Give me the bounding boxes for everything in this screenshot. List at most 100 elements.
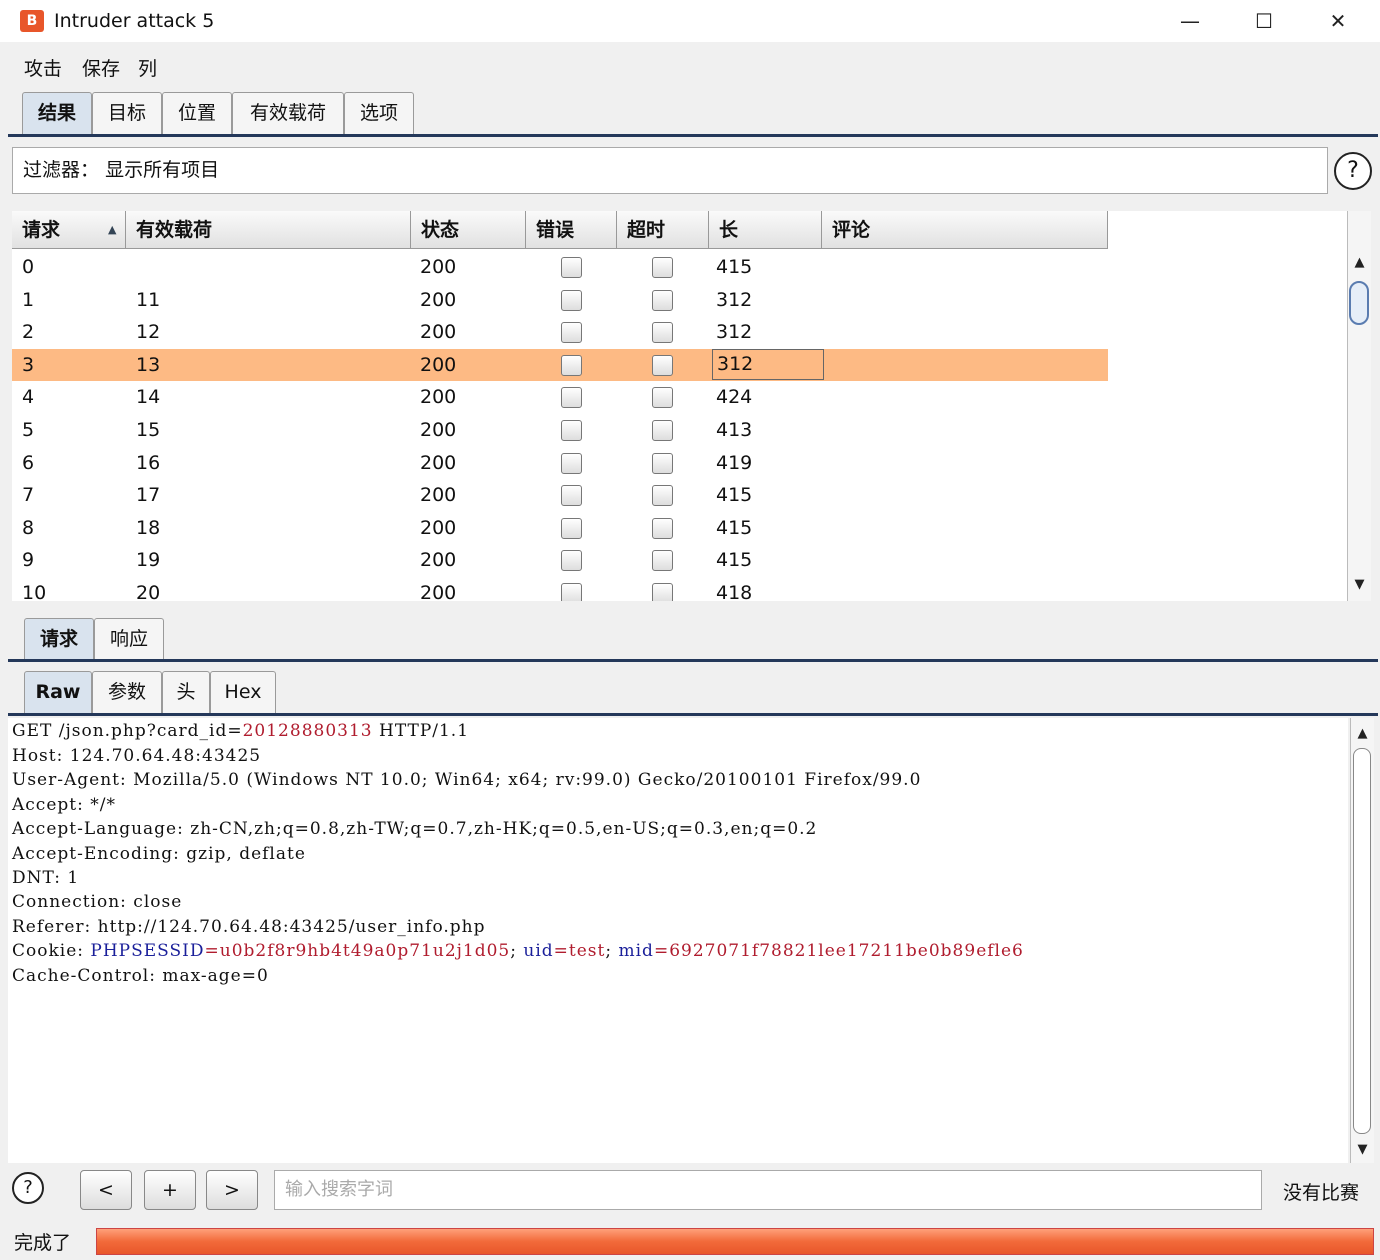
column-header-request[interactable]: 请求 ▲ [12, 211, 126, 249]
header-line: Connection: close [12, 892, 183, 913]
error-checkbox[interactable] [561, 550, 582, 572]
table-row[interactable]: 4 14 200 424 [12, 381, 1108, 413]
tab-positions[interactable]: 位置 [162, 92, 232, 134]
help-icon[interactable]: ? [1334, 152, 1372, 190]
table-row[interactable]: 6 16 200 419 [12, 447, 1108, 479]
payload-cell: 11 [136, 288, 161, 311]
scroll-down-icon[interactable]: ▼ [1348, 577, 1371, 592]
table-row[interactable]: 5 15 200 413 [12, 414, 1108, 446]
raw-request-editor[interactable]: GET /json.php?card_id=20128880313 HTTP/1… [8, 718, 1348, 1163]
error-checkbox[interactable] [561, 322, 582, 344]
timeout-checkbox[interactable] [652, 257, 673, 278]
request-number: 9 [22, 549, 35, 572]
tab-raw[interactable]: Raw [24, 671, 92, 713]
status-cell: 200 [420, 484, 457, 507]
column-header-error[interactable]: 错误 [526, 211, 617, 249]
length-cell: 424 [716, 386, 753, 409]
table-row[interactable]: 0 200 415 [12, 251, 1108, 283]
menu-save[interactable]: 保存 [82, 54, 120, 81]
menu-columns[interactable]: 列 [138, 54, 157, 81]
length-cell: 418 [716, 582, 753, 601]
request-number: 5 [22, 419, 35, 441]
status-cell: 200 [420, 321, 457, 344]
tab-headers[interactable]: 头 [162, 671, 210, 713]
maximize-button[interactable]: ☐ [1244, 6, 1284, 36]
tab-payloads[interactable]: 有效载荷 [232, 92, 344, 134]
length-cell: 312 [712, 348, 824, 380]
status-cell: 200 [420, 386, 457, 409]
match-count: 没有比赛 [1283, 1182, 1360, 1204]
tab-options[interactable]: 选项 [344, 92, 414, 134]
previous-match-button[interactable]: < [80, 1170, 132, 1210]
tab-params[interactable]: 参数 [92, 671, 162, 713]
table-row[interactable]: 1 11 200 312 [12, 284, 1108, 316]
error-checkbox[interactable] [561, 289, 582, 311]
length-cell: 312 [716, 321, 753, 344]
column-header-timeout[interactable]: 超时 [617, 211, 709, 249]
payload-cell: 19 [136, 549, 161, 572]
error-checkbox[interactable] [561, 354, 582, 376]
table-row[interactable]: 2 12 200 312 [12, 316, 1108, 348]
menu-attack[interactable]: 攻击 [24, 54, 62, 81]
timeout-checkbox[interactable] [652, 289, 673, 311]
timeout-checkbox[interactable] [652, 517, 673, 539]
timeout-checkbox[interactable] [652, 354, 673, 376]
timeout-checkbox[interactable] [652, 322, 673, 344]
error-checkbox[interactable] [561, 257, 582, 278]
tab-hex[interactable]: Hex [210, 671, 276, 713]
timeout-checkbox[interactable] [652, 583, 673, 601]
scroll-up-icon[interactable]: ▲ [1348, 255, 1371, 270]
table-row[interactable]: 9 19 200 415 [12, 544, 1108, 576]
tab-target[interactable]: 目标 [92, 92, 162, 134]
payload-cell: 17 [136, 484, 161, 507]
error-checkbox[interactable] [561, 452, 582, 474]
error-checkbox[interactable] [561, 387, 582, 409]
next-match-button[interactable]: > [206, 1170, 258, 1210]
search-input[interactable]: 输入搜索字词 [274, 1170, 1262, 1210]
error-checkbox[interactable] [561, 420, 582, 441]
status-cell: 200 [420, 516, 457, 539]
column-header-payload[interactable]: 有效载荷 [126, 211, 411, 249]
timeout-checkbox[interactable] [652, 387, 673, 409]
length-cell: 415 [716, 484, 753, 507]
tab-request[interactable]: 请求 [24, 618, 94, 660]
column-header-length[interactable]: 长 [709, 211, 822, 249]
timeout-checkbox[interactable] [652, 452, 673, 474]
filter-label: 过滤器： [23, 159, 100, 181]
table-row[interactable]: 3 13 200 312 [12, 348, 1108, 381]
scroll-thumb[interactable] [1349, 281, 1369, 325]
minimize-button[interactable]: — [1170, 6, 1210, 36]
timeout-checkbox[interactable] [652, 550, 673, 572]
close-button[interactable]: ✕ [1318, 6, 1358, 36]
timeout-checkbox[interactable] [652, 485, 673, 507]
detail-tab-divider [8, 659, 1378, 662]
header-line: User-Agent: Mozilla/5.0 (Windows NT 10.0… [12, 770, 922, 791]
error-checkbox[interactable] [561, 485, 582, 507]
length-cell: 419 [716, 451, 753, 474]
request-number: 2 [22, 321, 35, 344]
help-icon[interactable]: ? [12, 1172, 44, 1204]
table-scrollbar[interactable]: ▲ ▼ [1347, 211, 1371, 601]
status-cell: 200 [420, 549, 457, 572]
scroll-up-icon[interactable]: ▲ [1351, 726, 1374, 741]
window-title: Intruder attack 5 [54, 10, 215, 32]
error-checkbox[interactable] [561, 517, 582, 539]
table-row[interactable]: 8 18 200 415 [12, 512, 1108, 544]
filter-bar[interactable]: 过滤器： 显示所有项目 [12, 147, 1328, 194]
request-number: 8 [22, 516, 35, 539]
payload-cell: 16 [136, 451, 161, 474]
table-row[interactable]: 10 20 200 418 [12, 577, 1108, 601]
scroll-down-icon[interactable]: ▼ [1351, 1142, 1374, 1157]
timeout-checkbox[interactable] [652, 420, 673, 441]
error-checkbox[interactable] [561, 583, 582, 601]
editor-scrollbar[interactable]: ▲ ▼ [1350, 718, 1374, 1163]
add-button[interactable]: + [144, 1170, 196, 1210]
payload-cell: 14 [136, 386, 161, 409]
tab-results[interactable]: 结果 [22, 92, 92, 134]
column-header-status[interactable]: 状态 [411, 211, 526, 249]
scroll-thumb[interactable] [1353, 748, 1371, 1134]
tab-response[interactable]: 响应 [94, 618, 164, 660]
table-row[interactable]: 7 17 200 415 [12, 479, 1108, 511]
column-header-comment[interactable]: 评论 [822, 211, 1108, 249]
status-cell: 200 [420, 451, 457, 474]
